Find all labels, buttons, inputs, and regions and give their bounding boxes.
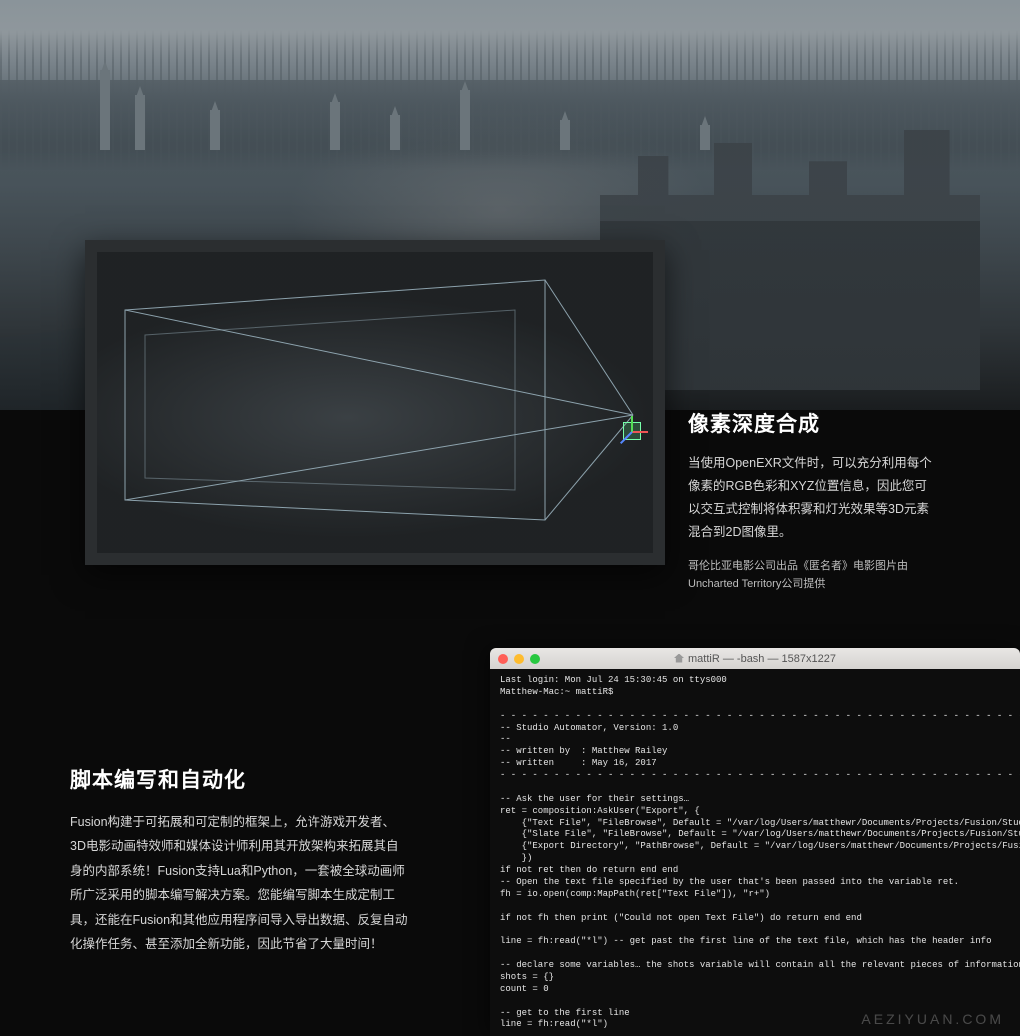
terminal-window: mattiR — -bash — 1587x1227 Last login: M…: [490, 648, 1020, 1036]
home-icon: [674, 654, 684, 663]
spire: [460, 90, 470, 150]
spire: [100, 70, 110, 150]
scripting-caption: 脚本编写和自动化 Fusion构建于可拓展和可定制的框架上，允许游戏开发者、3D…: [70, 764, 410, 956]
projection-frustum-wires: [85, 240, 665, 565]
spire: [135, 95, 145, 150]
section-body: 当使用OpenEXR文件时，可以充分利用每个像素的RGB色彩和XYZ位置信息，因…: [688, 452, 936, 545]
section-body: Fusion构建于可拓展和可定制的框架上，允许游戏开发者、3D电影动画特效师和媒…: [70, 810, 410, 956]
spire: [700, 125, 710, 150]
pixel-depth-caption: 像素深度合成 当使用OpenEXR文件时，可以充分利用每个像素的RGB色彩和XY…: [688, 408, 936, 606]
terminal-title: mattiR — -bash — 1587x1227: [490, 653, 1020, 665]
section-title: 脚本编写和自动化: [70, 764, 410, 794]
spire: [210, 110, 220, 150]
spire: [390, 115, 400, 150]
spire: [330, 102, 340, 150]
watermark: AEZIYUAN.COM: [861, 1011, 1004, 1027]
skyline-silhouette: [0, 0, 1020, 170]
zoom-icon[interactable]: [530, 654, 540, 664]
image-credit: 哥伦比亚电影公司出品《匿名者》电影图片由Uncharted Territory公…: [688, 557, 936, 594]
spire: [560, 120, 570, 150]
depth-projection-viewer: [85, 240, 665, 565]
terminal-titlebar: mattiR — -bash — 1587x1227: [490, 648, 1020, 669]
section-title: 像素深度合成: [688, 408, 936, 438]
minimize-icon[interactable]: [514, 654, 524, 664]
window-controls[interactable]: [498, 654, 540, 664]
terminal-title-text: mattiR — -bash — 1587x1227: [688, 653, 836, 665]
close-icon[interactable]: [498, 654, 508, 664]
terminal-output: Last login: Mon Jul 24 15:30:45 on ttys0…: [490, 669, 1020, 1036]
axis-gizmo-icon: [613, 412, 651, 450]
